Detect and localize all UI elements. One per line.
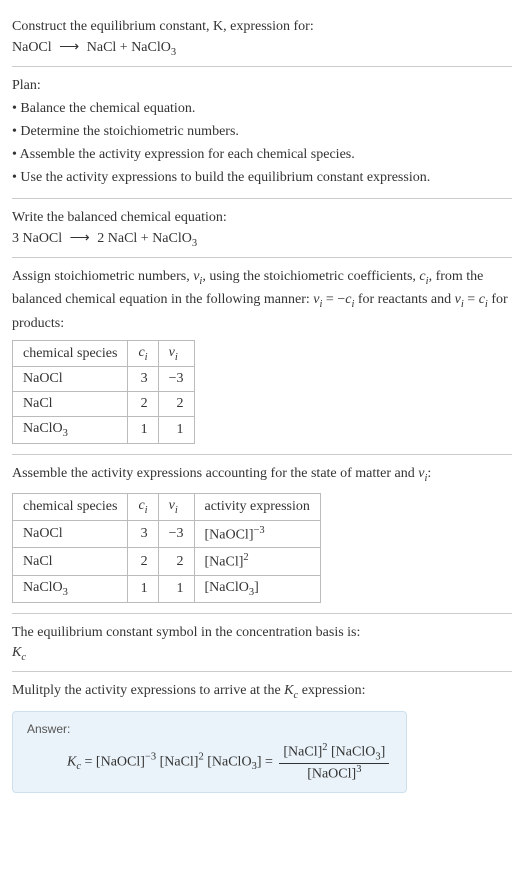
cell-nu: 2 [158, 392, 194, 417]
balanced-equation: 3 NaOCl ⟶ 2 NaCl + NaClO3 [12, 230, 512, 249]
fraction: [NaCl]2 [NaClO3] [NaOCl]3 [279, 742, 389, 782]
plan-item-1: • Determine the stoichiometric numbers. [12, 121, 512, 142]
cell-activity: [NaCl]2 [194, 548, 320, 576]
intro-equation: NaOCl ⟶ NaCl + NaClO3 [12, 39, 512, 58]
cell-c: 3 [128, 367, 158, 392]
intro-rhs: NaCl + NaClO3 [87, 40, 176, 55]
plan-item-0: • Balance the chemical equation. [12, 98, 512, 119]
cell-nu: −3 [158, 520, 194, 548]
fraction-numerator: [NaCl]2 [NaClO3] [279, 742, 389, 763]
intro-section: Construct the equilibrium constant, K, e… [12, 8, 512, 67]
balanced-rhs: 2 NaCl + NaClO3 [97, 231, 197, 246]
table-row: NaClO3 1 1 [13, 417, 195, 444]
multiply-text: Mulitply the activity expressions to arr… [12, 680, 512, 704]
symbol-k: Kc [12, 645, 512, 663]
cell-nu: −3 [158, 367, 194, 392]
activity-table: chemical species ci νi activity expressi… [12, 493, 321, 603]
fraction-denominator: [NaOCl]3 [279, 764, 389, 783]
stoich-text: Assign stoichiometric numbers, νi, using… [12, 266, 512, 334]
header-species: chemical species [13, 340, 128, 367]
cell-species: NaClO3 [13, 575, 128, 602]
header-activity: activity expression [194, 493, 320, 520]
header-c: ci [128, 340, 158, 367]
intro-text: Construct the equilibrium constant, K, e… [12, 19, 314, 34]
multiply-section: Mulitply the activity expressions to arr… [12, 672, 512, 802]
cell-c: 1 [128, 417, 158, 444]
cell-activity: [NaOCl]−3 [194, 520, 320, 548]
answer-expression: Kc = [NaOCl]−3 [NaCl]2 [NaClO3] = [NaCl]… [27, 742, 392, 782]
header-nu: νi [158, 493, 194, 520]
arrow-icon: ⟶ [70, 230, 90, 247]
table-row: NaClO3 1 1 [NaClO3] [13, 575, 321, 602]
stoich-table: chemical species ci νi NaOCl 3 −3 NaCl 2… [12, 340, 195, 445]
cell-species: NaOCl [13, 520, 128, 548]
intro-lhs: NaOCl [12, 40, 52, 55]
header-species: chemical species [13, 493, 128, 520]
cell-species: NaCl [13, 548, 128, 576]
header-c: ci [128, 493, 158, 520]
activity-text: Assemble the activity expressions accoun… [12, 463, 512, 487]
answer-box: Answer: Kc = [NaOCl]−3 [NaCl]2 [NaClO3] … [12, 711, 407, 793]
balanced-section: Write the balanced chemical equation: 3 … [12, 199, 512, 258]
plan-item-2: • Assemble the activity expression for e… [12, 144, 512, 165]
table-row: NaOCl 3 −3 [13, 367, 195, 392]
answer-label: Answer: [27, 722, 392, 736]
plan-section: Plan: • Balance the chemical equation. •… [12, 67, 512, 199]
cell-c: 3 [128, 520, 158, 548]
intro-line1: Construct the equilibrium constant, K, e… [12, 16, 512, 37]
symbol-section: The equilibrium constant symbol in the c… [12, 614, 512, 672]
stoich-section: Assign stoichiometric numbers, νi, using… [12, 258, 512, 456]
cell-species: NaCl [13, 392, 128, 417]
activity-section: Assemble the activity expressions accoun… [12, 455, 512, 613]
table-row: NaCl 2 2 [NaCl]2 [13, 548, 321, 576]
header-nu: νi [158, 340, 194, 367]
cell-c: 1 [128, 575, 158, 602]
balanced-lhs: 3 NaOCl [12, 231, 62, 246]
plan-heading: Plan: [12, 75, 512, 96]
cell-c: 2 [128, 548, 158, 576]
arrow-icon: ⟶ [59, 39, 79, 56]
table-row: NaCl 2 2 [13, 392, 195, 417]
cell-nu: 2 [158, 548, 194, 576]
balanced-heading: Write the balanced chemical equation: [12, 207, 512, 228]
cell-species: NaClO3 [13, 417, 128, 444]
cell-nu: 1 [158, 417, 194, 444]
symbol-text: The equilibrium constant symbol in the c… [12, 622, 512, 643]
cell-c: 2 [128, 392, 158, 417]
table-header-row: chemical species ci νi activity expressi… [13, 493, 321, 520]
table-row: NaOCl 3 −3 [NaOCl]−3 [13, 520, 321, 548]
cell-species: NaOCl [13, 367, 128, 392]
cell-activity: [NaClO3] [194, 575, 320, 602]
table-header-row: chemical species ci νi [13, 340, 195, 367]
plan-item-3: • Use the activity expressions to build … [12, 167, 512, 188]
cell-nu: 1 [158, 575, 194, 602]
